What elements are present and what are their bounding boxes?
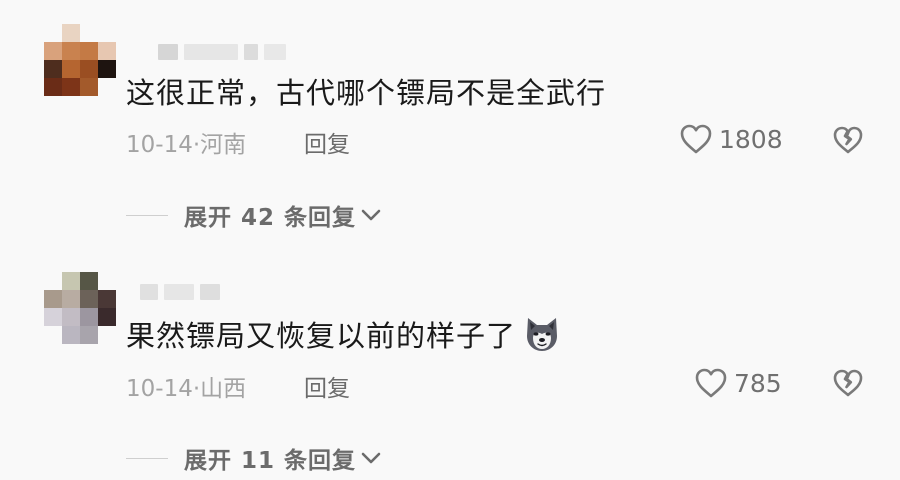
- wolf-face-emoji: [527, 318, 558, 351]
- comment-text-content: 这很正常，古代哪个镖局不是全武行: [126, 76, 607, 110]
- expand-replies-label: 展开 11 条回复: [184, 448, 357, 474]
- comment-location: 山西: [200, 376, 247, 402]
- expand-replies-button[interactable]: 展开 42 条回复: [126, 198, 382, 232]
- comment-text-content: 果然镖局又恢复以前的样子了: [126, 319, 517, 353]
- divider: [126, 457, 168, 459]
- broken-heart-icon[interactable]: [832, 368, 864, 398]
- avatar[interactable]: [44, 24, 116, 96]
- expand-replies-button[interactable]: 展开 11 条回复: [126, 441, 382, 475]
- like-count: 1808: [719, 124, 783, 154]
- like-button[interactable]: 1808: [679, 123, 783, 155]
- heart-icon: [695, 368, 727, 398]
- like-count: 785: [734, 368, 782, 398]
- expand-replies-label: 展开 42 条回复: [184, 205, 357, 231]
- divider: [126, 214, 168, 216]
- comment-location: 河南: [200, 132, 247, 158]
- reply-button[interactable]: 回复: [304, 125, 350, 159]
- heart-icon: [680, 124, 712, 154]
- reply-button[interactable]: 回复: [304, 369, 350, 403]
- comment-date: 10-14: [126, 132, 193, 158]
- comment-text: 果然镖局又恢复以前的样子了: [126, 313, 562, 355]
- like-button[interactable]: 785: [694, 367, 782, 399]
- comment-list: 这很正常，古代哪个镖局不是全武行 10-14·河南 回复 1808 展开 42 …: [0, 0, 900, 480]
- comment-meta: 10-14·河南: [126, 125, 246, 159]
- avatar[interactable]: [44, 272, 116, 344]
- username[interactable]: [140, 284, 220, 300]
- chevron-down-icon: [361, 452, 381, 464]
- comment-meta: 10-14·山西: [126, 369, 246, 403]
- chevron-down-icon: [361, 209, 381, 221]
- comment-text: 这很正常，古代哪个镖局不是全武行: [126, 70, 606, 112]
- comment-date: 10-14: [126, 376, 193, 402]
- username[interactable]: [158, 44, 286, 60]
- broken-heart-icon[interactable]: [832, 125, 864, 155]
